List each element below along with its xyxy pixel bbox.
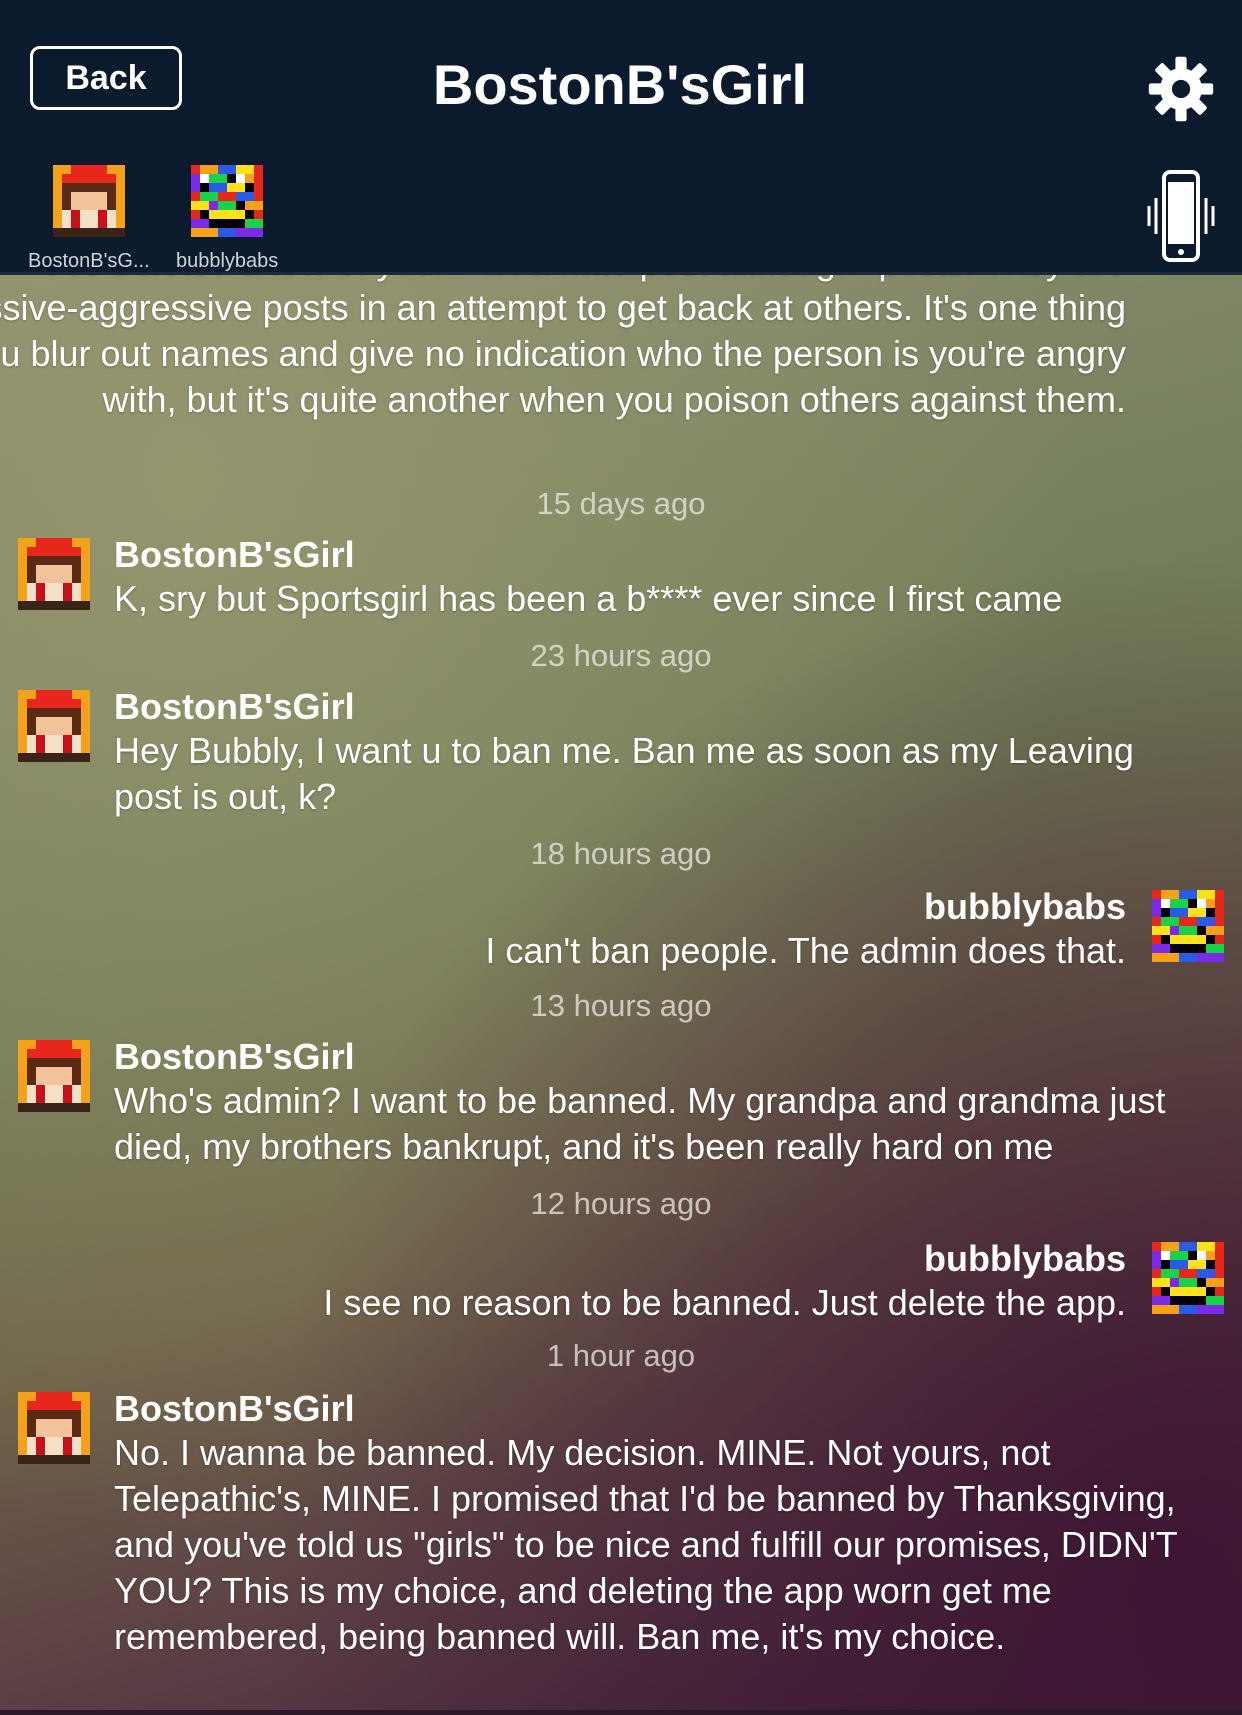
chat-scroll-area[interactable]: I've deleted a few of your "not a hate p… [0,272,1242,1715]
message-author: BostonB'sGirl [114,1388,355,1429]
message-text: I see no reason to be banned. Just delet… [323,1282,1126,1323]
message-author: BostonB'sGirl [114,686,355,727]
timestamp: 18 hours ago [530,836,712,871]
participant-name: BostonB'sG... [28,250,150,272]
list-item: BostonB'sGirl Who's admin? I want to be … [114,1036,1199,1170]
chat-header: Back BostonB'sGirl BostonB'sG... bubblyb… [0,18,1242,275]
status-bar [0,0,1242,18]
message-text: Who's admin? I want to be banned. My gra… [114,1080,1166,1167]
avatar[interactable] [1152,1242,1224,1314]
avatar[interactable] [1152,890,1224,962]
message-author: bubblybabs [923,886,1126,927]
timestamp: 13 hours ago [530,988,712,1023]
timestamp: 12 hours ago [530,1186,712,1221]
list-item: BostonB'sGirl No. I wanna be banned. My … [114,1388,1199,1660]
list-item: bubblybabs I can't ban people. The admin… [76,886,1126,974]
list-item: BostonB'sGirl Hey Bubbly, I want u to ba… [114,686,1199,820]
avatar [52,165,125,237]
avatar[interactable] [18,1392,90,1464]
participant-bubblybabs[interactable]: bubblybabs [176,165,278,273]
timestamp: 23 hours ago [530,638,712,673]
page-title: BostonB'sGirl [432,53,808,116]
timestamp: 15 days ago [536,486,706,521]
message-text: I've deleted a few of your "not a hate p… [0,272,1126,420]
message-author: BostonB'sGirl [114,1036,355,1077]
phone-vibrate-icon[interactable] [1146,168,1216,264]
back-button[interactable]: Back [30,46,182,110]
participant-name: bubblybabs [176,250,279,272]
timestamp: 1 hour ago [546,1338,696,1373]
gear-icon[interactable] [1146,54,1216,124]
participant-bostonbsgirl[interactable]: BostonB'sG... [28,165,150,273]
list-item: bubblybabs I see no reason to be banned.… [76,1238,1126,1326]
avatar[interactable] [18,538,90,610]
message-text: I can't ban people. The admin does that. [485,930,1126,971]
divider [0,1710,1242,1715]
message-author: BostonB'sGirl [114,534,355,575]
avatar[interactable] [18,690,90,762]
list-item: BostonB'sGirl K, sry but Sportsgirl has … [114,534,1199,622]
message-text: No. I wanna be banned. My decision. MINE… [114,1432,1178,1657]
message-text: K, sry but Sportsgirl has been a b**** e… [114,578,1063,619]
message-author: bubblybabs [923,1238,1126,1279]
message-text: Hey Bubbly, I want u to ban me. Ban me a… [114,730,1134,817]
avatar [191,165,264,237]
avatar[interactable] [18,1040,90,1112]
